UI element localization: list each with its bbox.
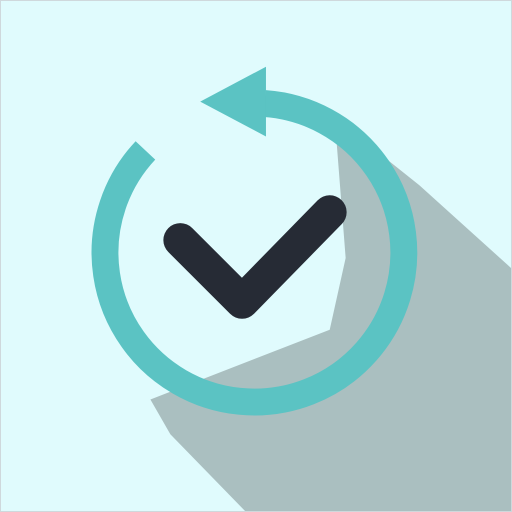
refresh-check-icon [1,1,511,511]
app-icon-tile [0,0,512,512]
